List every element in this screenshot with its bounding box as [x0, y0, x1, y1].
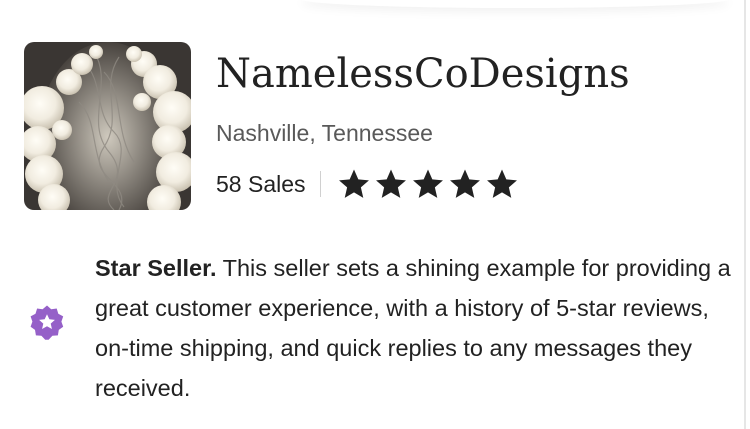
scrollbar-track [744, 0, 746, 429]
string-lights-photo [24, 42, 191, 210]
rating-stars[interactable] [337, 167, 519, 201]
shop-location: Nashville, Tennessee [216, 120, 433, 146]
star-icon [486, 169, 517, 198]
star-icon [412, 169, 443, 198]
shop-thumbnail[interactable] [24, 42, 191, 210]
sales-rating-row: 58 Sales [216, 162, 519, 206]
divider [319, 171, 321, 197]
star-seller-title: Star Seller. [95, 255, 217, 281]
star-icon [375, 169, 406, 198]
star-icon [338, 169, 369, 198]
star-seller-description: Star Seller. This seller sets a shining … [95, 248, 735, 408]
star-badge-icon [28, 304, 66, 342]
header-shadow [300, 0, 730, 8]
sales-count: 58 Sales [216, 170, 306, 197]
star-icon [449, 169, 480, 198]
shop-name[interactable]: NamelessCoDesigns [216, 48, 630, 100]
